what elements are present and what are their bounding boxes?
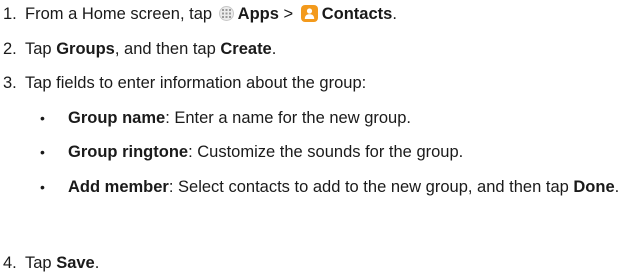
done-label: Done bbox=[573, 178, 615, 196]
bullet-marker: • bbox=[40, 179, 45, 195]
bullet-term: Add member bbox=[68, 178, 169, 196]
bullet-desc: : Select contacts to add to the new grou… bbox=[168, 178, 574, 196]
step-text: Tap bbox=[25, 40, 57, 58]
punctuation: . bbox=[392, 5, 397, 23]
bullet-marker: • bbox=[40, 110, 45, 126]
step-3: 3. Tap fields to enter information about … bbox=[3, 73, 366, 93]
separator: > bbox=[278, 5, 298, 23]
bullet-desc: : Customize the sounds for the group. bbox=[188, 143, 464, 161]
step-number: 3. bbox=[3, 74, 17, 92]
step-text: Tap fields to enter information about th… bbox=[25, 74, 367, 92]
contacts-person-icon bbox=[300, 5, 318, 22]
bullet-term: Group ringtone bbox=[68, 143, 189, 161]
punctuation: . bbox=[271, 40, 277, 58]
step-text: From a Home screen, tap bbox=[25, 5, 217, 23]
contacts-label: Contacts bbox=[321, 5, 393, 23]
apps-label: Apps bbox=[237, 5, 279, 23]
bullet-term: Group name bbox=[68, 109, 166, 127]
groups-label: Groups bbox=[56, 40, 115, 58]
step-text: , and then tap bbox=[114, 40, 221, 58]
step-2: 2. Tap Groups, and then tap Create. bbox=[3, 39, 276, 59]
create-label: Create bbox=[220, 40, 272, 58]
punctuation: . bbox=[614, 178, 620, 196]
step-1: 1. From a Home screen, tap Apps > Contact… bbox=[3, 4, 397, 24]
step-4: 4. Tap Save. bbox=[3, 253, 99, 273]
apps-grid-icon bbox=[218, 6, 234, 21]
bullet-desc: : Enter a name for the new group. bbox=[165, 109, 411, 127]
step-number: 4. bbox=[3, 254, 17, 272]
bullet-marker: • bbox=[40, 144, 45, 160]
step-text: Tap bbox=[25, 254, 57, 272]
save-label: Save bbox=[56, 254, 95, 272]
instructions-document: 1. From a Home screen, tap Apps > Contact… bbox=[0, 0, 625, 277]
punctuation: . bbox=[94, 254, 100, 272]
bullet-text: Group ringtone: Customize the sounds for… bbox=[68, 142, 463, 162]
bullet-text: Add member: Select contacts to add to th… bbox=[68, 177, 623, 197]
step-number: 1. bbox=[3, 5, 17, 23]
step-number: 2. bbox=[3, 40, 17, 58]
bullet-text: Group name: Enter a name for the new gro… bbox=[68, 108, 411, 128]
